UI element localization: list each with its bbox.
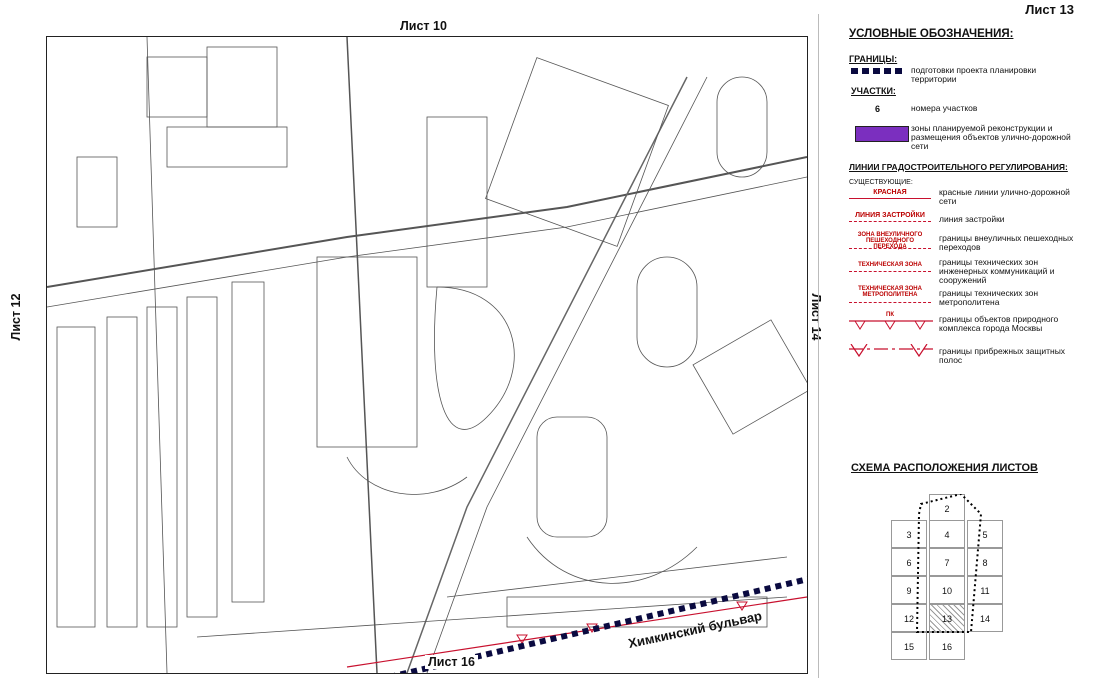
boundary-project-desc: подготовки проекта планировки территории <box>911 65 1037 84</box>
legend-item: ТЕХНИЧЕСКАЯ ЗОНА МЕТРОПОЛИТЕНА границы т… <box>849 286 1084 312</box>
plot-number-sample: 6 <box>875 104 881 114</box>
legend-item: ПК границы объектов природного комплекса… <box>849 312 1084 342</box>
boundaries-heading: ГРАНИЦЫ: <box>849 54 898 64</box>
legend-item: ТЕХНИЧЕСКАЯ ЗОНА границы технических зон… <box>849 258 1084 286</box>
boundary-symbol <box>851 68 905 74</box>
sheet-scheme: 2 3 4 5 6 7 8 9 10 11 12 13 14 15 16 <box>891 494 1011 674</box>
sheet-ref-bottom[interactable]: Лист 16 <box>425 655 478 669</box>
map-drawing <box>47 37 807 673</box>
legend-item: ЗОНА ВНЕУЛИЧНОГО ПЕШЕХОДНОГО ПЕРЕХОДА гр… <box>849 232 1084 258</box>
zone-desc: зоны планируемой реконструкции и размеще… <box>911 123 1071 151</box>
legend-item: КРАСНАЯ красные линии улично-дорожной се… <box>849 188 1084 212</box>
lines-heading: ЛИНИИ ГРАДОСТРОИТЕЛЬНОГО РЕГУЛИРОВАНИЯ: <box>849 162 1068 172</box>
natural-complex-symbol <box>849 320 933 330</box>
plots-heading: УЧАСТКИ: <box>851 86 896 96</box>
territory-outline <box>915 494 983 633</box>
legend-item: границы прибрежных защитных полос <box>849 342 1084 372</box>
legend-item: ЛИНИЯ ЗАСТРОЙКИ линия застройки <box>849 212 1084 232</box>
plot-number-desc: номера участков <box>911 103 978 113</box>
sheet-ref-top[interactable]: Лист 10 <box>400 19 447 33</box>
waterfront-zone-symbol <box>849 344 933 358</box>
map-area[interactable]: Химкинский бульвар <box>46 36 808 674</box>
legend-title: УСЛОВНЫЕ ОБОЗНАЧЕНИЯ: <box>849 28 1014 40</box>
zone-swatch <box>855 126 909 142</box>
legend-panel: УСЛОВНЫЕ ОБОЗНАЧЕНИЯ: ГРАНИЦЫ: подготовк… <box>818 14 1089 678</box>
scheme-title: СХЕМА РАСПОЛОЖЕНИЯ ЛИСТОВ <box>851 462 1038 474</box>
existing-label: СУЩЕСТВУЮЩИЕ: <box>849 179 913 186</box>
sheet-ref-left[interactable]: Лист 12 <box>9 287 23 347</box>
legend-items: КРАСНАЯ красные линии улично-дорожной се… <box>849 188 1084 372</box>
